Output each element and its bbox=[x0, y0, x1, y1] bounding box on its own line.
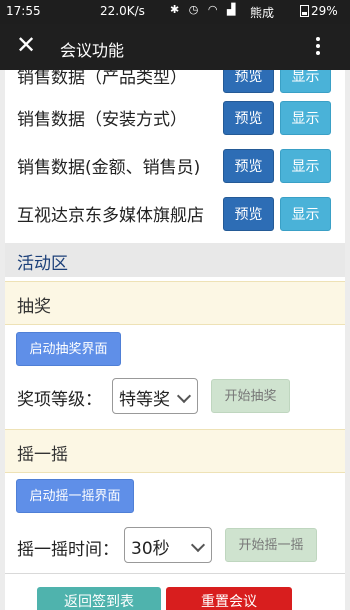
data-row-install-method: 销售数据（安装方式） 预览 显示 bbox=[0, 95, 350, 141]
launch-shake-button[interactable]: 启动摇一摇界面 bbox=[16, 479, 134, 513]
shake-title: 摇一摇 bbox=[17, 445, 68, 465]
battery-icon bbox=[300, 5, 309, 17]
shake-header: 摇一摇 bbox=[5, 429, 345, 473]
data-row-label: 销售数据（产品类型） bbox=[17, 70, 187, 88]
prize-level-select[interactable]: 特等奖 bbox=[112, 378, 198, 414]
page-title: 会议功能 bbox=[60, 41, 125, 60]
battery-percent: 29% bbox=[311, 4, 338, 18]
carrier-name: 熊成 bbox=[250, 6, 275, 20]
reset-meeting-button[interactable]: 重置会议 bbox=[166, 587, 292, 610]
footer-divider bbox=[5, 573, 345, 574]
shake-time-label: 摇一摇时间： bbox=[17, 540, 119, 560]
chevron-down-icon bbox=[176, 388, 192, 404]
lottery-title: 抽奖 bbox=[17, 297, 51, 317]
back-to-signin-button[interactable]: 返回签到表 bbox=[37, 587, 161, 610]
prize-level-value: 特等奖 bbox=[119, 390, 170, 410]
alarm-icon: ◷ bbox=[188, 3, 202, 16]
show-button[interactable]: 显示 bbox=[280, 149, 331, 183]
wifi-icon: ◠ bbox=[207, 3, 221, 16]
status-icons: ✱ ◷ ◠ ▟ bbox=[170, 3, 238, 16]
chevron-down-icon bbox=[190, 537, 206, 553]
start-lottery-button[interactable]: 开始抽奖 bbox=[211, 379, 290, 413]
bluetooth-icon: ✱ bbox=[170, 3, 183, 16]
status-time: 17:55 bbox=[6, 4, 41, 18]
start-shake-button[interactable]: 开始摇一摇 bbox=[225, 528, 317, 562]
status-bar: 17:55 22.0K/s ✱ ◷ ◠ ▟ 熊成 29% bbox=[0, 0, 350, 24]
close-icon[interactable]: ✕ bbox=[14, 33, 38, 57]
shake-time-select[interactable]: 30秒 bbox=[124, 527, 212, 563]
data-row-amount-salesperson: 销售数据(金额、销售员) 预览 显示 bbox=[0, 143, 350, 189]
show-button[interactable]: 显示 bbox=[280, 197, 331, 231]
data-row-jd-store: 互视达京东多媒体旗舰店 预览 显示 bbox=[0, 191, 350, 237]
shake-time-value: 30秒 bbox=[131, 539, 170, 559]
activity-section-title: 活动区 bbox=[17, 254, 68, 274]
preview-button[interactable]: 预览 bbox=[223, 149, 274, 183]
preview-button[interactable]: 预览 bbox=[223, 101, 274, 135]
app-bar: ✕ 会议功能 bbox=[0, 24, 350, 70]
data-row-label: 销售数据（安装方式） bbox=[17, 110, 187, 130]
data-row-label: 互视达京东多媒体旗舰店 bbox=[17, 206, 204, 226]
data-row-label: 销售数据(金额、销售员) bbox=[17, 158, 201, 178]
preview-button[interactable]: 预览 bbox=[223, 197, 274, 231]
network-speed: 22.0K/s bbox=[100, 4, 145, 18]
show-button[interactable]: 显示 bbox=[280, 101, 331, 135]
main-content[interactable]: 销售数据（产品类型） 预览 显示 销售数据（安装方式） 预览 显示 销售数据(金… bbox=[0, 70, 350, 610]
show-button[interactable]: 显示 bbox=[280, 70, 331, 93]
lottery-header: 抽奖 bbox=[5, 281, 345, 325]
more-vert-icon[interactable] bbox=[309, 34, 327, 60]
launch-lottery-button[interactable]: 启动抽奖界面 bbox=[16, 332, 121, 366]
signal-icon: ▟ bbox=[226, 3, 239, 16]
activity-section-header: 活动区 bbox=[5, 243, 345, 277]
prize-level-label: 奖项等级： bbox=[17, 390, 102, 410]
battery-status: 29% bbox=[300, 4, 338, 18]
preview-button[interactable]: 预览 bbox=[223, 70, 274, 93]
